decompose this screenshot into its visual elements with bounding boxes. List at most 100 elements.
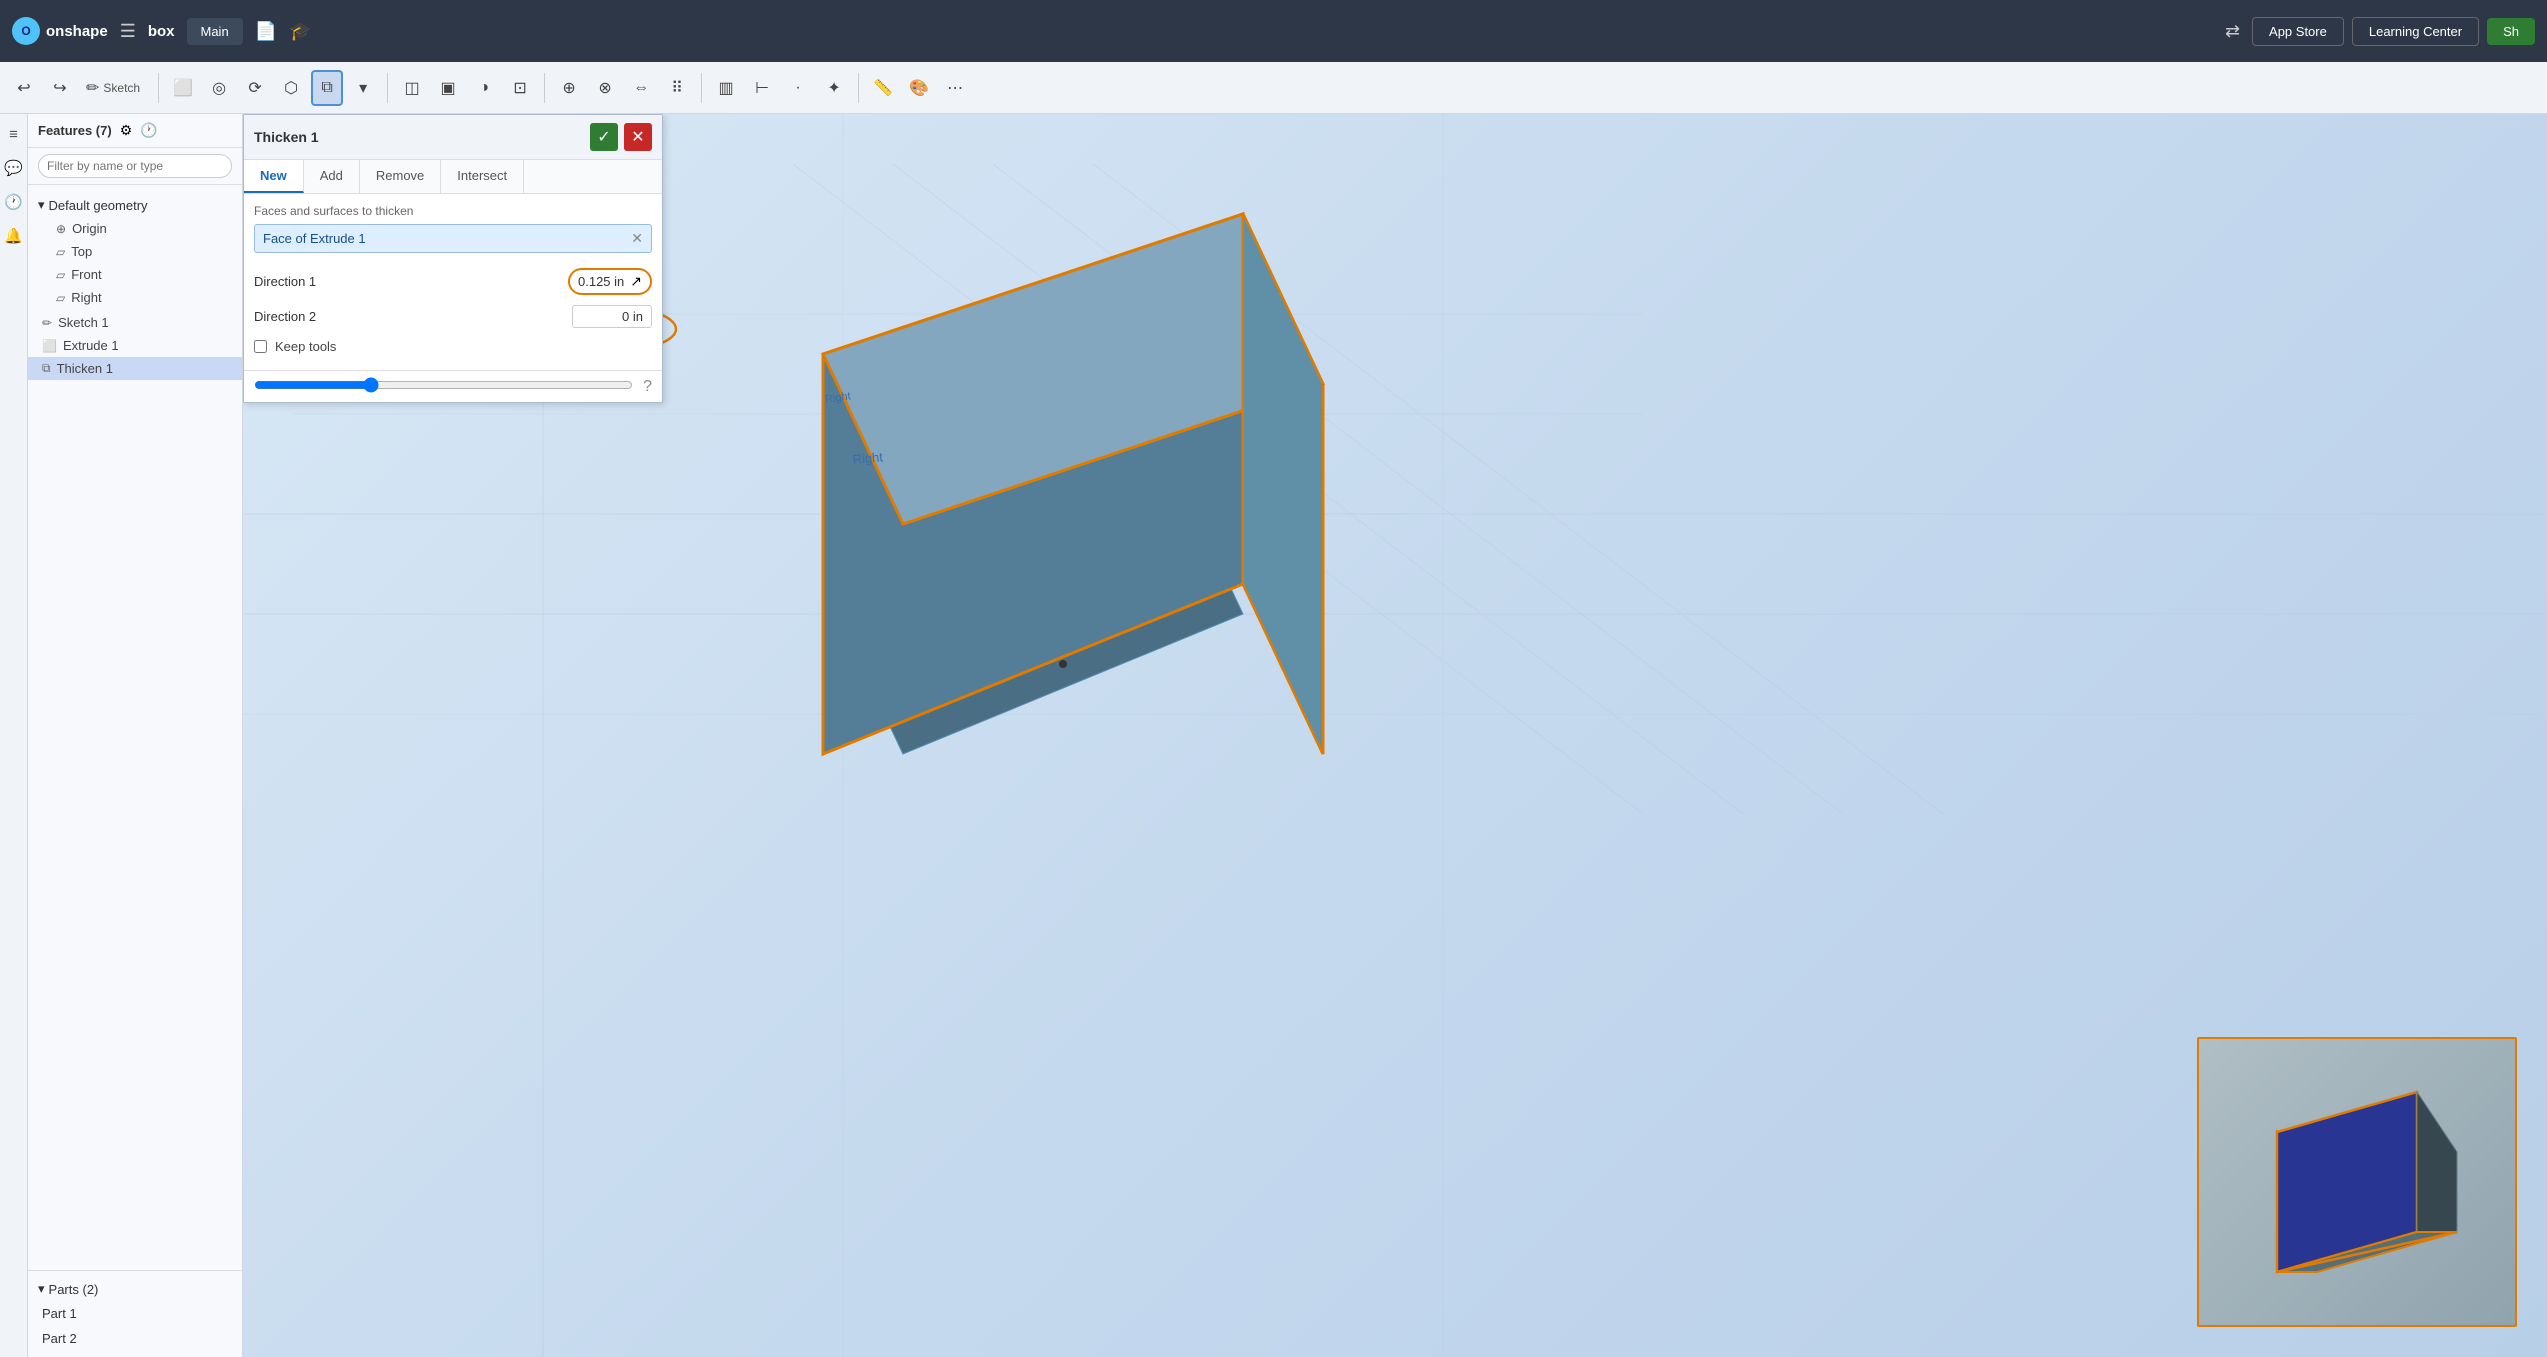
start-button[interactable]: Sh: [2487, 18, 2535, 45]
toolbar-sketch[interactable]: ✏ Sketch: [80, 70, 150, 106]
toolbar-move[interactable]: ⊗: [589, 70, 621, 106]
keep-tools-checkbox[interactable]: [254, 340, 267, 353]
tab-main[interactable]: Main: [187, 18, 243, 45]
toolbar-undo[interactable]: ↩: [8, 70, 40, 106]
left-bar-notifications[interactable]: 🔔: [0, 223, 27, 249]
filter-input[interactable]: [38, 154, 232, 178]
face-chip-text: Face of Extrude 1: [263, 231, 366, 246]
sketch-icon-tree: ✏: [42, 316, 52, 330]
confirm-button[interactable]: ✓: [590, 123, 618, 151]
tree-item-top[interactable]: ▱ Top: [28, 240, 242, 263]
origin-icon: ⊕: [56, 222, 66, 236]
direction2-row: Direction 2 0 in: [254, 300, 652, 333]
learning-center-button[interactable]: Learning Center: [2352, 17, 2479, 46]
tree-item-sketch1[interactable]: ✏ Sketch 1: [28, 311, 242, 334]
toolbar-sep-1: [158, 73, 159, 103]
left-bar-features[interactable]: ≡: [5, 122, 22, 147]
parts-section: ▾ Parts (2) Part 1 Part 2: [28, 1270, 242, 1357]
graduate-icon[interactable]: 🎓: [289, 21, 311, 42]
tree-item-extrude1[interactable]: ⬜ Extrude 1: [28, 334, 242, 357]
toolbar-more[interactable]: ⋯: [939, 70, 971, 106]
features-label: Features (7): [38, 123, 112, 138]
sidebar-history-icon[interactable]: 🕐: [140, 122, 157, 139]
tree-item-thicken1[interactable]: ⧉ Thicken 1: [28, 357, 242, 380]
toolbar-boolean[interactable]: ⊕: [553, 70, 585, 106]
parts-header[interactable]: ▾ Parts (2): [28, 1277, 242, 1301]
toolbar: ↩ ↪ ✏ Sketch ⬜ ◎ ⟳ ⬡ ⧉ ▾ ◫ ▣ ◑ ⊡ ⊕ ⊗ ⇔ ⠿…: [0, 62, 2547, 114]
top-icon: ▱: [56, 245, 65, 259]
sidebar-settings-icon[interactable]: ⚙: [120, 122, 133, 139]
toolbar-sep-5: [858, 73, 859, 103]
tab-add[interactable]: Add: [304, 160, 360, 193]
toolbar-redo[interactable]: ↪: [44, 70, 76, 106]
toolbar-mirror[interactable]: ⇔: [625, 70, 657, 106]
page-icon[interactable]: 📄: [255, 21, 277, 42]
thickness-slider[interactable]: [254, 377, 633, 393]
toolbar-thicken[interactable]: ⧉: [311, 70, 343, 106]
toolbar-dropdown[interactable]: ▾: [347, 70, 379, 106]
thicken-footer: ?: [244, 370, 662, 402]
left-bar-comment[interactable]: 💬: [0, 155, 27, 181]
direction1-label: Direction 1: [254, 274, 316, 289]
viewport[interactable]: Right Right: [243, 114, 2547, 1357]
toolbar-sep-2: [387, 73, 388, 103]
thicken-title: Thicken 1: [254, 129, 319, 145]
toolbar-point[interactable]: ·: [782, 70, 814, 106]
thicken-header-btns: ✓ ✕: [590, 123, 652, 151]
sketch-icon: ✏: [86, 78, 99, 98]
origin-label: Origin: [72, 221, 107, 236]
cancel-button[interactable]: ✕: [624, 123, 652, 151]
thicken-panel: Thicken 1 ✓ ✕ New Add Remove Intersect F…: [243, 114, 663, 403]
tab-intersect[interactable]: Intersect: [441, 160, 524, 193]
toolbar-pattern[interactable]: ⠿: [661, 70, 693, 106]
tree-item-front[interactable]: ▱ Front: [28, 263, 242, 286]
hamburger-menu[interactable]: ☰: [120, 21, 136, 42]
direction1-text: 0.125 in: [578, 274, 624, 289]
toolbar-draft[interactable]: ◑: [468, 70, 500, 106]
default-geometry-header[interactable]: ▾ Default geometry: [28, 193, 242, 217]
sync-icon[interactable]: ⇄: [2221, 17, 2244, 46]
parts-item-2[interactable]: Part 2: [28, 1326, 242, 1351]
app-store-button[interactable]: App Store: [2252, 17, 2344, 46]
toolbar-mate-connector[interactable]: ✦: [818, 70, 850, 106]
logo: O onshape: [12, 17, 108, 45]
toolbar-sep-4: [701, 73, 702, 103]
default-geometry-label: Default geometry: [49, 198, 148, 213]
toolbar-fillet[interactable]: ◫: [396, 70, 428, 106]
thicken-header: Thicken 1 ✓ ✕: [244, 115, 662, 160]
panel-inset-content: [2199, 1039, 2515, 1325]
face-chip[interactable]: Face of Extrude 1 ✕: [254, 224, 652, 253]
help-icon[interactable]: ?: [643, 378, 652, 396]
parts-item-1[interactable]: Part 1: [28, 1301, 242, 1326]
toolbar-revolve[interactable]: ◎: [203, 70, 235, 106]
sidebar-tree: ▾ Default geometry ⊕ Origin ▱ Top ▱ Fron…: [28, 185, 242, 1270]
left-bar-history[interactable]: 🕐: [0, 189, 27, 215]
extrude1-label: Extrude 1: [63, 338, 119, 353]
doc-name: box: [148, 23, 175, 40]
direction2-value[interactable]: 0 in: [572, 305, 652, 328]
panel-inset: [2197, 1037, 2517, 1327]
toolbar-shell[interactable]: ⊡: [504, 70, 536, 106]
toolbar-chamfer[interactable]: ▣: [432, 70, 464, 106]
direction1-value[interactable]: 0.125 in ↗: [568, 268, 652, 295]
face-chip-remove[interactable]: ✕: [631, 230, 643, 247]
tab-remove[interactable]: Remove: [360, 160, 441, 193]
toolbar-sweep[interactable]: ⟳: [239, 70, 271, 106]
toolbar-plane[interactable]: ▥: [710, 70, 742, 106]
tab-new[interactable]: New: [244, 160, 304, 193]
sidebar-header: Features (7) ⚙ 🕐: [28, 114, 242, 148]
toolbar-axis[interactable]: ⊢: [746, 70, 778, 106]
toolbar-sep-3: [544, 73, 545, 103]
direction1-flip[interactable]: ↗: [630, 273, 642, 290]
toolbar-measure[interactable]: 📏: [867, 70, 899, 106]
left-icon-bar: ≡ 💬 🕐 🔔: [0, 114, 28, 1357]
tree-item-origin[interactable]: ⊕ Origin: [28, 217, 242, 240]
toolbar-extrude[interactable]: ⬜: [167, 70, 199, 106]
tree-item-right[interactable]: ▱ Right: [28, 286, 242, 309]
toolbar-appearance[interactable]: 🎨: [903, 70, 935, 106]
default-geometry-section: ▾ Default geometry ⊕ Origin ▱ Top ▱ Fron…: [28, 191, 242, 311]
top-label: Top: [71, 244, 92, 259]
extrude-icon: ⬜: [42, 339, 57, 353]
top-bar: O onshape ☰ box Main 📄 🎓 ⇄ App Store Lea…: [0, 0, 2547, 62]
toolbar-loft[interactable]: ⬡: [275, 70, 307, 106]
